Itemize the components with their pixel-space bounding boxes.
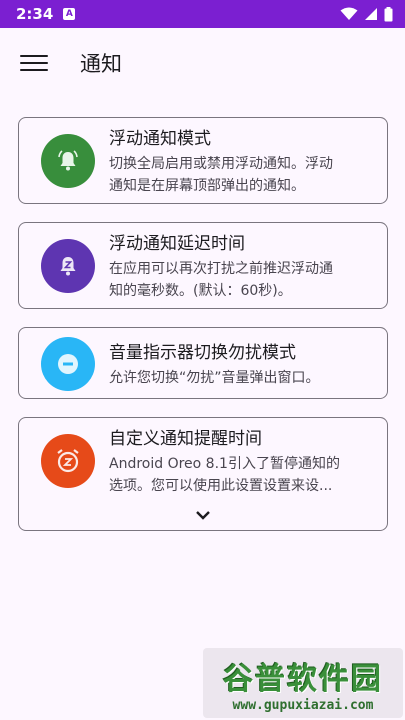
watermark-url: www.gupuxiazai.com xyxy=(232,697,374,713)
card-description-line: 在应用可以再次打扰之前推迟浮动通 xyxy=(109,261,333,277)
menu-icon-line xyxy=(20,69,48,71)
bell-ring-icon xyxy=(41,134,95,188)
app-bar: 通知 xyxy=(0,28,405,98)
card-description: 允许您切换“勿扰”音量弹出窗口。 xyxy=(109,367,373,389)
card-description-line: 允许您切换“勿扰”音量弹出窗口。 xyxy=(109,370,320,386)
wifi-icon xyxy=(340,7,358,20)
watermark-logo: 谷普软件园 xyxy=(223,661,383,697)
card-title: 浮动通知模式 xyxy=(109,129,211,149)
card-description: 在应用可以再次打扰之前推迟浮动通 知的毫秒数。(默认：60秒)。 xyxy=(109,258,373,302)
notification-status-icon: A xyxy=(63,8,76,20)
do-not-disturb-icon xyxy=(41,337,95,391)
menu-icon-line xyxy=(20,62,48,64)
card-title: 音量指示器切换勿扰模式 xyxy=(109,343,296,363)
alarm-snooze-icon xyxy=(41,434,95,488)
card-description: Android Oreo 8.1引入了暂停通知的 选项。您可以使用此设置设置来设… xyxy=(109,453,373,497)
card-description-line: 选项。您可以使用此设置设置来设... xyxy=(109,478,333,494)
watermark: 谷普软件园 www.gupuxiazai.com xyxy=(203,648,403,718)
setting-card-volume-dnd-toggle[interactable]: 音量指示器切换勿扰模式 允许您切换“勿扰”音量弹出窗口。 xyxy=(18,327,388,399)
status-bar: 2:34 A xyxy=(0,0,405,28)
card-description-line: Android Oreo 8.1引入了暂停通知的 xyxy=(109,456,340,472)
setting-card-floating-notification-mode[interactable]: 浮动通知模式 切换全局启用或禁用浮动通知。浮动 通知是在屏幕顶部弹出的通知。 xyxy=(18,117,388,204)
card-title: 自定义通知提醒时间 xyxy=(109,429,262,449)
setting-card-custom-snooze-time[interactable]: 自定义通知提醒时间 Android Oreo 8.1引入了暂停通知的 选项。您可… xyxy=(18,417,388,531)
menu-button[interactable] xyxy=(20,52,48,74)
setting-card-floating-notification-delay[interactable]: 浮动通知延迟时间 在应用可以再次打扰之前推迟浮动通 知的毫秒数。(默认：60秒)… xyxy=(18,222,388,309)
menu-icon-line xyxy=(20,55,48,57)
card-title: 浮动通知延迟时间 xyxy=(109,234,245,254)
status-icons xyxy=(340,6,393,22)
card-description: 切换全局启用或禁用浮动通知。浮动 通知是在屏幕顶部弹出的通知。 xyxy=(109,153,373,197)
signal-icon xyxy=(365,8,377,20)
card-description-line: 通知是在屏幕顶部弹出的通知。 xyxy=(109,178,305,194)
card-description-line: 知的毫秒数。(默认：60秒)。 xyxy=(109,283,292,299)
page-title: 通知 xyxy=(80,52,122,76)
status-time: 2:34 xyxy=(16,5,54,23)
card-description-line: 切换全局启用或禁用浮动通知。浮动 xyxy=(109,156,333,172)
chevron-down-icon[interactable] xyxy=(193,508,213,522)
bell-snooze-icon xyxy=(41,239,95,293)
battery-icon xyxy=(384,6,393,21)
